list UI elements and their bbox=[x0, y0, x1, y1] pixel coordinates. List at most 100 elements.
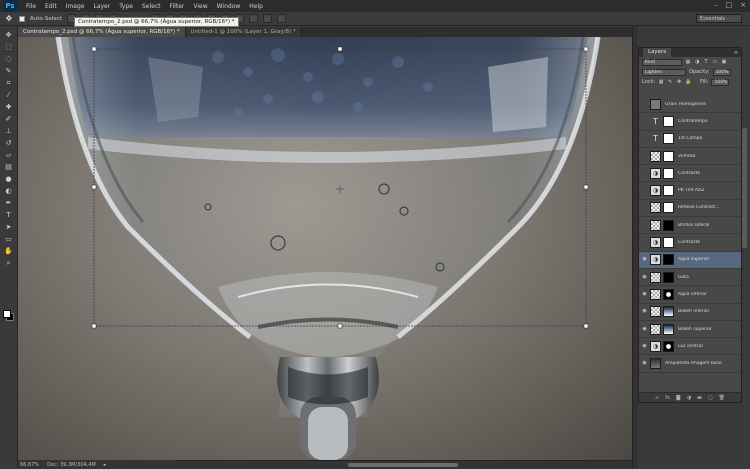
path-select-tool-icon[interactable]: ➤ bbox=[3, 222, 15, 233]
layer-mask-thumbnail[interactable] bbox=[663, 167, 674, 179]
foreground-color-swatch[interactable] bbox=[3, 310, 11, 318]
layer-row[interactable]: ◉ ◑ Água superior bbox=[639, 251, 741, 269]
shape-tool-icon[interactable]: ▭ bbox=[3, 234, 15, 245]
layer-row[interactable]: Reflexo Contrast... bbox=[639, 200, 741, 218]
eraser-tool-icon[interactable]: ▱ bbox=[3, 150, 15, 161]
blend-mode-select[interactable]: Lighten bbox=[642, 68, 686, 76]
layer-mask-thumbnail[interactable] bbox=[663, 115, 674, 127]
vertical-scroll-thumb[interactable] bbox=[742, 128, 747, 248]
mask-icon[interactable]: ◙ bbox=[676, 395, 681, 401]
layer-row[interactable]: ◉ Bokeh superior bbox=[639, 321, 741, 339]
menu-type[interactable]: Type bbox=[119, 3, 133, 10]
clone-stamp-tool-icon[interactable]: ⊥ bbox=[3, 126, 15, 137]
layer-row[interactable]: ◉ Gota bbox=[639, 269, 741, 287]
layer-row[interactable]: T Contratempo bbox=[639, 113, 741, 131]
pen-tool-icon[interactable]: ✒ bbox=[3, 198, 15, 209]
marquee-tool-icon[interactable]: ⬚ bbox=[3, 42, 15, 53]
layer-mask-thumbnail[interactable] bbox=[663, 340, 674, 352]
layer-mask-thumbnail[interactable] bbox=[663, 237, 674, 249]
lock-all-icon[interactable]: 🔒 bbox=[685, 79, 691, 85]
chevron-right-icon[interactable]: ▸ bbox=[104, 462, 107, 468]
visibility-eye-icon[interactable] bbox=[641, 222, 648, 229]
zoom-tool-icon[interactable]: ⌕ bbox=[3, 258, 15, 269]
layer-row[interactable]: ◉ Água inferior bbox=[639, 286, 741, 304]
visibility-eye-icon[interactable]: ◉ bbox=[641, 291, 648, 298]
distribute-button[interactable] bbox=[276, 14, 286, 23]
visibility-eye-icon[interactable]: ◉ bbox=[641, 360, 648, 367]
visibility-eye-icon[interactable] bbox=[641, 118, 648, 125]
tab-contratempo[interactable]: Contratempo_2.psd @ 66,7% (Água superior… bbox=[18, 27, 186, 37]
new-layer-icon[interactable]: ▢ bbox=[708, 395, 713, 401]
layer-row[interactable]: ◉ ◑ Luz central bbox=[639, 338, 741, 356]
layer-mask-thumbnail[interactable] bbox=[663, 133, 674, 145]
tab-untitled[interactable]: Untitled-1 @ 100% (Layer 1, Gray/8) * bbox=[185, 27, 302, 37]
crop-tool-icon[interactable]: ⌗ bbox=[3, 78, 15, 89]
eyedropper-tool-icon[interactable]: ⁄ bbox=[3, 90, 15, 101]
gradient-tool-icon[interactable]: ▤ bbox=[3, 162, 15, 173]
folder-icon[interactable]: ▬ bbox=[697, 395, 702, 401]
menu-file[interactable]: File bbox=[26, 3, 36, 10]
panel-menu-icon[interactable]: ≡ bbox=[734, 50, 738, 56]
lock-position-icon[interactable]: ✥ bbox=[676, 79, 682, 85]
filter-pixel-icon[interactable]: ▦ bbox=[685, 59, 691, 65]
visibility-eye-icon[interactable] bbox=[641, 187, 648, 194]
visibility-eye-icon[interactable]: ◉ bbox=[641, 326, 648, 333]
history-brush-tool-icon[interactable]: ↺ bbox=[3, 138, 15, 149]
menu-layer[interactable]: Layer bbox=[93, 3, 110, 10]
quick-select-tool-icon[interactable]: ✎ bbox=[3, 66, 15, 77]
brush-tool-icon[interactable]: ✐ bbox=[3, 114, 15, 125]
layer-mask-thumbnail[interactable] bbox=[663, 185, 674, 197]
lock-pixels-icon[interactable]: ▦ bbox=[658, 79, 664, 85]
menu-view[interactable]: View bbox=[193, 3, 207, 10]
move-tool-icon[interactable]: ✥ bbox=[3, 30, 15, 41]
visibility-eye-icon[interactable] bbox=[641, 101, 648, 108]
menu-window[interactable]: Window bbox=[217, 3, 241, 10]
workspace-select[interactable]: Essentials bbox=[696, 14, 742, 23]
layer-row[interactable]: Brilhos lateral bbox=[639, 217, 741, 235]
layers-tab[interactable]: Layers bbox=[643, 48, 672, 57]
menu-filter[interactable]: Filter bbox=[170, 3, 185, 10]
layer-mask-thumbnail[interactable] bbox=[663, 150, 674, 162]
filter-shape-icon[interactable]: ▭ bbox=[712, 59, 718, 65]
distribute-button[interactable] bbox=[248, 14, 258, 23]
filter-adjust-icon[interactable]: ◑ bbox=[694, 59, 700, 65]
layer-row[interactable]: Grain Homogenea bbox=[639, 96, 741, 114]
close-icon[interactable]: × bbox=[740, 1, 746, 9]
menu-select[interactable]: Select bbox=[142, 3, 161, 10]
link-icon[interactable]: ∞ bbox=[655, 395, 659, 401]
layer-mask-thumbnail[interactable] bbox=[663, 288, 674, 300]
visibility-eye-icon[interactable] bbox=[641, 153, 648, 160]
fx-icon[interactable]: fx bbox=[665, 395, 670, 401]
visibility-eye-icon[interactable]: ◉ bbox=[641, 308, 648, 315]
layer-row[interactable]: ◑ Contraste bbox=[639, 165, 741, 183]
minimize-icon[interactable]: – bbox=[714, 1, 718, 9]
layer-mask-thumbnail[interactable] bbox=[663, 323, 674, 335]
document-canvas[interactable] bbox=[18, 37, 632, 460]
layer-row[interactable]: ◉ Ampulheta Imagem base bbox=[639, 355, 741, 373]
blur-tool-icon[interactable]: ● bbox=[3, 174, 15, 185]
layer-mask-thumbnail[interactable] bbox=[663, 254, 674, 266]
layer-mask-thumbnail[interactable] bbox=[663, 271, 674, 283]
menu-edit[interactable]: Edit bbox=[45, 3, 57, 10]
trash-icon[interactable]: 🗑 bbox=[719, 395, 725, 401]
visibility-eye-icon[interactable]: ◉ bbox=[641, 256, 648, 263]
lasso-tool-icon[interactable]: ◌ bbox=[3, 54, 15, 65]
layer-row[interactable]: Vinheta bbox=[639, 148, 741, 166]
hand-tool-icon[interactable]: ✋ bbox=[3, 246, 15, 257]
menu-help[interactable]: Help bbox=[249, 3, 263, 10]
layer-row[interactable]: ◑ Contraste bbox=[639, 234, 741, 252]
lock-paint-icon[interactable]: ✎ bbox=[667, 79, 673, 85]
healing-brush-tool-icon[interactable]: ✚ bbox=[3, 102, 15, 113]
layer-row[interactable]: ◉ Bokeh inferior bbox=[639, 304, 741, 321]
visibility-eye-icon[interactable] bbox=[641, 170, 648, 177]
filter-smart-icon[interactable]: ▣ bbox=[721, 59, 727, 65]
opacity-input[interactable]: 100% bbox=[712, 68, 731, 76]
visibility-eye-icon[interactable] bbox=[641, 135, 648, 142]
filter-type-icon[interactable]: T bbox=[703, 59, 709, 65]
distribute-button[interactable] bbox=[262, 14, 272, 23]
move-tool-icon[interactable]: ✥ bbox=[4, 14, 14, 24]
layer-mask-thumbnail[interactable] bbox=[663, 219, 674, 231]
zoom-level[interactable]: 66,67% bbox=[20, 462, 39, 468]
visibility-eye-icon[interactable]: ◉ bbox=[641, 343, 648, 350]
layer-row[interactable]: ◑ Pb Tint Azul bbox=[639, 182, 741, 200]
